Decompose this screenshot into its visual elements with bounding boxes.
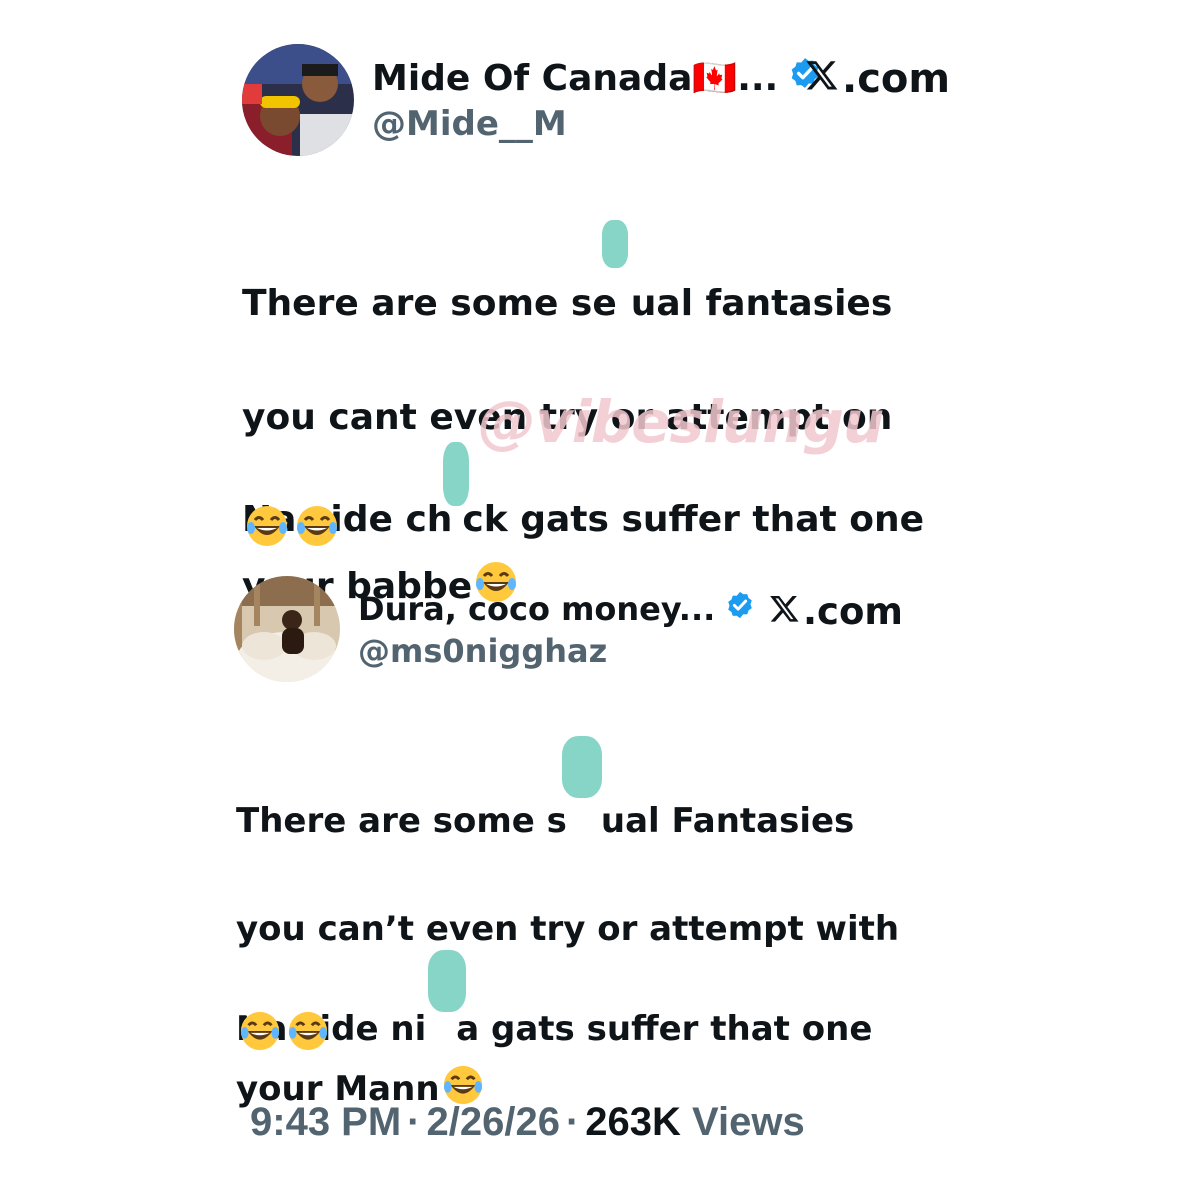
text-line-4: Na side ch ck gats suffer that one — [242, 499, 925, 540]
face-with-tears-of-joy-icon — [238, 1010, 282, 1056]
verified-badge-icon — [725, 590, 755, 628]
emoji-row — [238, 1010, 330, 1056]
handle[interactable]: @ms0nigghaz — [358, 632, 607, 670]
watermark: @vibeslungu — [478, 388, 884, 456]
separator-dot: · — [565, 1100, 580, 1144]
emoji-row — [244, 504, 340, 552]
tweet-date[interactable]: 2/26/26 — [427, 1100, 560, 1144]
text-line-2: you can’t even try or attempt with — [236, 909, 900, 949]
separator-dot: · — [407, 1100, 421, 1144]
tweet-text-2: Na side ch ck gats suffer that one — [242, 445, 962, 595]
text-line-1: There are some s ual Fantasies — [236, 801, 855, 841]
views-label: Views — [692, 1100, 805, 1144]
redaction-mark — [428, 950, 466, 1012]
avatar[interactable] — [234, 576, 340, 682]
x-logo-icon — [804, 56, 840, 102]
avatar-image — [242, 44, 354, 156]
face-with-tears-of-joy-icon — [294, 504, 340, 552]
handle[interactable]: @Mide__M — [372, 104, 567, 144]
display-name[interactable]: Dura, coco money... — [358, 590, 755, 628]
tweet-meta: 9:43 PM · 2/26/26 · 263K Views — [250, 1100, 805, 1145]
source-domain: .com — [842, 56, 951, 102]
views-count[interactable]: 263K — [585, 1100, 681, 1144]
text-line-4: Na side ni a gats suffer that one — [236, 1009, 873, 1049]
display-name-text: Dura, coco money... — [358, 590, 716, 628]
avatar[interactable] — [242, 44, 354, 156]
redaction-mark — [562, 736, 602, 798]
text-line-1: There are some se ual fantasies — [242, 283, 893, 324]
face-with-tears-of-joy-icon — [286, 1010, 330, 1056]
source-label: .com — [804, 56, 950, 102]
tweet-time[interactable]: 9:43 PM — [250, 1100, 401, 1144]
x-logo-icon — [768, 590, 801, 633]
source-label: .com — [768, 590, 903, 633]
redaction-mark — [602, 220, 628, 268]
face-with-tears-of-joy-icon — [244, 504, 290, 552]
avatar-image — [234, 576, 340, 682]
source-domain: .com — [803, 590, 903, 633]
display-name[interactable]: Mide Of Canada🇨🇦... — [372, 56, 822, 99]
tweet-text-2: Na side ni a gats suffer that one — [236, 954, 956, 1104]
redaction-mark — [443, 442, 469, 506]
display-name-text: Mide Of Canada🇨🇦... — [372, 57, 779, 99]
